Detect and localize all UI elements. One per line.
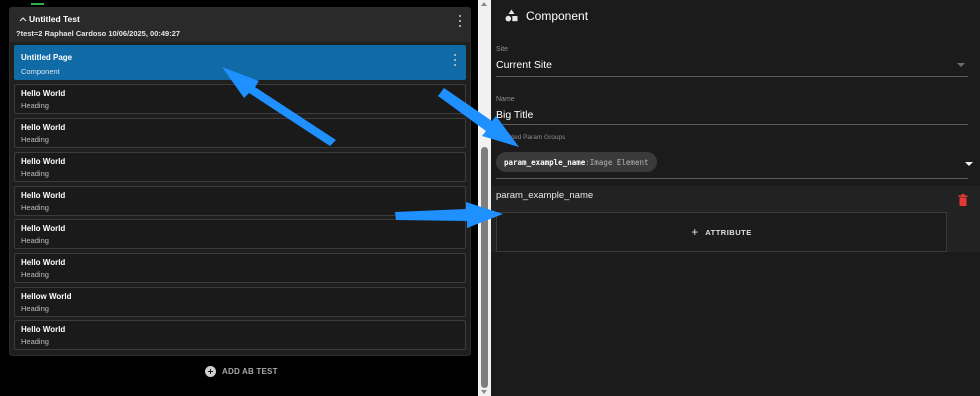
page-item-subtitle: Heading <box>21 101 49 110</box>
page-item-title: Hello World <box>21 224 66 233</box>
page-item-subtitle: Component <box>21 67 60 76</box>
chip-key: param_example_name <box>504 157 586 167</box>
name-field-label: Name <box>496 96 515 103</box>
add-ab-test-button[interactable]: ADD AB TEST <box>205 366 278 377</box>
page-item-subtitle: Heading <box>21 337 49 346</box>
page-item-subtitle: Heading <box>21 304 49 313</box>
page-item-title: Hello World <box>21 157 66 166</box>
page-item-subtitle: Heading <box>21 236 49 245</box>
vertical-scrollbar[interactable] <box>478 0 491 396</box>
page-item-subtitle: Heading <box>21 270 49 279</box>
ab-test-header[interactable]: Untitled Test ?test=2 Raphael Cardoso 10… <box>10 8 470 42</box>
add-attribute-button[interactable]: + ATTRIBUTE <box>496 212 947 252</box>
page-item[interactable]: Hello World Heading <box>14 84 466 114</box>
add-circle-icon <box>205 366 216 377</box>
page-item[interactable]: Hello World Heading <box>14 253 466 283</box>
param-group-name: param_example_name <box>496 190 594 201</box>
shapes-icon <box>505 9 518 22</box>
chevron-down-icon[interactable] <box>957 63 965 67</box>
param-group-chip[interactable]: param_example_name : Image Element <box>496 152 657 172</box>
param-groups-label: Selected Param Groups <box>496 134 566 141</box>
plus-icon: + <box>691 225 699 239</box>
chevron-up-icon[interactable] <box>18 14 28 24</box>
page-item-subtitle: Heading <box>21 203 49 212</box>
page-item-title: Hello World <box>21 258 66 267</box>
page-item-subtitle: Heading <box>21 169 49 178</box>
page-item-title: Hello World <box>21 191 66 200</box>
param-group-section: param_example_name + ATTRIBUTE <box>491 186 980 252</box>
name-field-underline <box>496 124 968 125</box>
page-item-title: Hellow World <box>21 292 72 301</box>
page-item-title: Untitled Page <box>21 53 73 62</box>
more-options-icon[interactable] <box>458 15 461 27</box>
scroll-up-arrow-icon[interactable] <box>481 2 487 6</box>
delete-icon[interactable] <box>958 194 968 206</box>
component-editor-panel: Component Site Current Site Name Big Tit… <box>491 0 980 396</box>
page-item[interactable]: Hello World Heading <box>14 320 466 350</box>
param-groups-underline <box>496 178 968 179</box>
page-item-title: Hello World <box>21 89 66 98</box>
more-options-icon[interactable] <box>453 54 456 66</box>
page-item-title: Hello World <box>21 123 66 132</box>
scroll-down-arrow-icon[interactable] <box>481 390 487 394</box>
add-attribute-label: ATTRIBUTE <box>705 227 752 237</box>
ab-test-title: Untitled Test <box>29 14 80 24</box>
page-item-subtitle: Heading <box>21 135 49 144</box>
scrollbar-thumb[interactable] <box>481 147 488 388</box>
page-item[interactable]: Hello World Heading <box>14 152 466 182</box>
add-ab-test-label: ADD AB TEST <box>222 367 278 376</box>
chip-value: Image Element <box>589 157 649 167</box>
chevron-down-icon[interactable] <box>965 162 973 166</box>
status-indicator <box>31 3 44 5</box>
page-item[interactable]: Hello World Heading <box>14 219 466 249</box>
panel-title: Component <box>526 9 589 23</box>
page-item-title: Hello World <box>21 325 66 334</box>
page-item[interactable]: Untitled Page Component <box>14 45 466 80</box>
name-input[interactable]: Big Title <box>496 109 533 121</box>
page-item[interactable]: Hellow World Heading <box>14 287 466 317</box>
left-panel: Untitled Test ?test=2 Raphael Cardoso 10… <box>0 0 478 396</box>
page-item[interactable]: Hello World Heading <box>14 186 466 216</box>
site-select[interactable]: Current Site <box>496 59 552 71</box>
ab-test-meta: ?test=2 Raphael Cardoso 10/06/2025, 00:4… <box>16 29 181 38</box>
site-field-label: Site <box>496 46 509 53</box>
page-item[interactable]: Hello World Heading <box>14 118 466 148</box>
site-field-underline <box>496 76 968 77</box>
